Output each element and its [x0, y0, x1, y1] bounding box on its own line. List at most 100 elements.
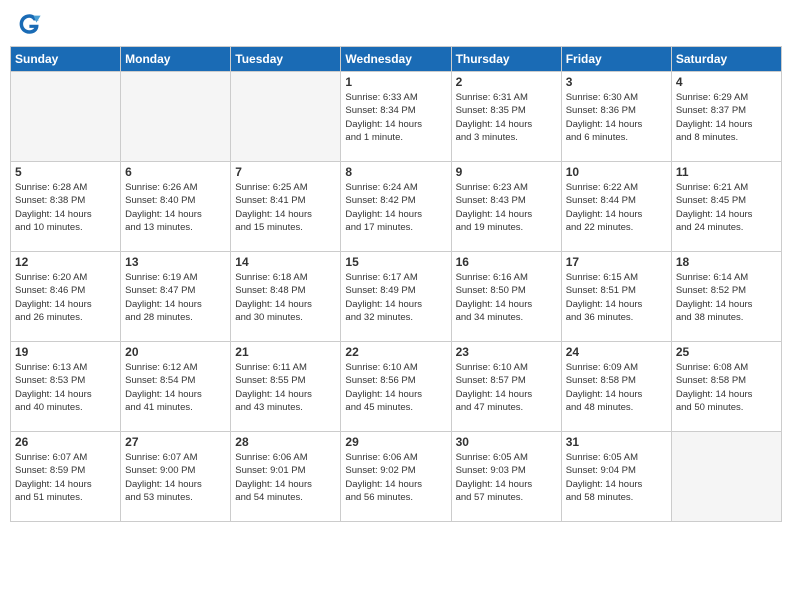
- day-number: 26: [15, 435, 116, 449]
- day-info: Sunrise: 6:17 AM Sunset: 8:49 PM Dayligh…: [345, 271, 446, 324]
- day-info: Sunrise: 6:19 AM Sunset: 8:47 PM Dayligh…: [125, 271, 226, 324]
- day-number: 10: [566, 165, 667, 179]
- calendar-cell: 22Sunrise: 6:10 AM Sunset: 8:56 PM Dayli…: [341, 342, 451, 432]
- calendar-cell: 12Sunrise: 6:20 AM Sunset: 8:46 PM Dayli…: [11, 252, 121, 342]
- day-number: 27: [125, 435, 226, 449]
- day-header-tuesday: Tuesday: [231, 47, 341, 72]
- day-info: Sunrise: 6:20 AM Sunset: 8:46 PM Dayligh…: [15, 271, 116, 324]
- day-number: 30: [456, 435, 557, 449]
- calendar-cell: 18 Sunrise: 6:14 AM Sunset: 8:52 PM Dayli…: [671, 252, 781, 342]
- calendar-cell: 2 Sunrise: 6:31 AM Sunset: 8:35 PM Daylig…: [451, 72, 561, 162]
- day-number: 23: [456, 345, 557, 359]
- day-info: Sunrise: 6:10 AM Sunset: 8:57 PM Dayligh…: [456, 361, 557, 414]
- day-number: 3: [566, 75, 667, 89]
- calendar-cell: 13 Sunrise: 6:19 AM Sunset: 8:47 PM Dayli…: [121, 252, 231, 342]
- calendar-cell: 10Sunrise: 6:22 AM Sunset: 8:44 PM Dayli…: [561, 162, 671, 252]
- calendar-cell: [11, 72, 121, 162]
- day-info: Sunrise: 6:07 AM Sunset: 8:59 PM Dayligh…: [15, 451, 116, 504]
- day-number: 11: [676, 165, 777, 179]
- day-header-thursday: Thursday: [451, 47, 561, 72]
- day-info: Sunrise: 6:33 AM Sunset: 8:34 PM Dayligh…: [345, 91, 446, 144]
- day-number: 21: [235, 345, 336, 359]
- calendar-cell: 9 Sunrise: 6:23 AM Sunset: 8:43 PM Daylig…: [451, 162, 561, 252]
- day-number: 16: [456, 255, 557, 269]
- calendar-cell: 20 Sunrise: 6:12 AM Sunset: 8:54 PM Dayli…: [121, 342, 231, 432]
- day-number: 17: [566, 255, 667, 269]
- day-number: 5: [15, 165, 116, 179]
- day-number: 4: [676, 75, 777, 89]
- week-row-2: 5 Sunrise: 6:28 AM Sunset: 8:38 PM Daylig…: [11, 162, 782, 252]
- calendar-cell: 8 Sunrise: 6:24 AM Sunset: 8:42 PM Daylig…: [341, 162, 451, 252]
- day-info: Sunrise: 6:07 AM Sunset: 9:00 PM Dayligh…: [125, 451, 226, 504]
- calendar-cell: 29Sunrise: 6:06 AM Sunset: 9:02 PM Dayli…: [341, 432, 451, 522]
- day-number: 2: [456, 75, 557, 89]
- day-info: Sunrise: 6:15 AM Sunset: 8:51 PM Dayligh…: [566, 271, 667, 324]
- calendar-cell: [121, 72, 231, 162]
- calendar-cell: 7 Sunrise: 6:25 AM Sunset: 8:41 PM Daylig…: [231, 162, 341, 252]
- day-header-saturday: Saturday: [671, 47, 781, 72]
- day-header-wednesday: Wednesday: [341, 47, 451, 72]
- day-header-friday: Friday: [561, 47, 671, 72]
- day-number: 9: [456, 165, 557, 179]
- page-header: [10, 10, 782, 38]
- calendar-cell: 16Sunrise: 6:16 AM Sunset: 8:50 PM Dayli…: [451, 252, 561, 342]
- day-info: Sunrise: 6:08 AM Sunset: 8:58 PM Dayligh…: [676, 361, 777, 414]
- calendar-cell: 6Sunrise: 6:26 AM Sunset: 8:40 PM Daylig…: [121, 162, 231, 252]
- calendar-cell: 24 Sunrise: 6:09 AM Sunset: 8:58 PM Dayli…: [561, 342, 671, 432]
- day-info: Sunrise: 6:09 AM Sunset: 8:58 PM Dayligh…: [566, 361, 667, 414]
- calendar-cell: 11Sunrise: 6:21 AM Sunset: 8:45 PM Dayli…: [671, 162, 781, 252]
- day-info: Sunrise: 6:26 AM Sunset: 8:40 PM Dayligh…: [125, 181, 226, 234]
- calendar-cell: 15Sunrise: 6:17 AM Sunset: 8:49 PM Dayli…: [341, 252, 451, 342]
- calendar-cell: [671, 432, 781, 522]
- day-info: Sunrise: 6:31 AM Sunset: 8:35 PM Dayligh…: [456, 91, 557, 144]
- day-info: Sunrise: 6:25 AM Sunset: 8:41 PM Dayligh…: [235, 181, 336, 234]
- day-info: Sunrise: 6:18 AM Sunset: 8:48 PM Dayligh…: [235, 271, 336, 324]
- day-number: 22: [345, 345, 446, 359]
- day-info: Sunrise: 6:12 AM Sunset: 8:54 PM Dayligh…: [125, 361, 226, 414]
- calendar-cell: 27 Sunrise: 6:07 AM Sunset: 9:00 PM Dayli…: [121, 432, 231, 522]
- week-row-5: 26 Sunrise: 6:07 AM Sunset: 8:59 PM Dayli…: [11, 432, 782, 522]
- day-info: Sunrise: 6:13 AM Sunset: 8:53 PM Dayligh…: [15, 361, 116, 414]
- calendar-cell: 5 Sunrise: 6:28 AM Sunset: 8:38 PM Daylig…: [11, 162, 121, 252]
- calendar-table: SundayMondayTuesdayWednesdayThursdayFrid…: [10, 46, 782, 522]
- day-number: 14: [235, 255, 336, 269]
- day-info: Sunrise: 6:05 AM Sunset: 9:04 PM Dayligh…: [566, 451, 667, 504]
- calendar-cell: 4 Sunrise: 6:29 AM Sunset: 8:37 PM Daylig…: [671, 72, 781, 162]
- day-header-monday: Monday: [121, 47, 231, 72]
- calendar-cell: 23 Sunrise: 6:10 AM Sunset: 8:57 PM Dayli…: [451, 342, 561, 432]
- day-number: 24: [566, 345, 667, 359]
- day-number: 1: [345, 75, 446, 89]
- day-info: Sunrise: 6:29 AM Sunset: 8:37 PM Dayligh…: [676, 91, 777, 144]
- week-row-3: 12Sunrise: 6:20 AM Sunset: 8:46 PM Dayli…: [11, 252, 782, 342]
- logo-icon: [14, 10, 42, 38]
- day-number: 13: [125, 255, 226, 269]
- calendar-cell: 25 Sunrise: 6:08 AM Sunset: 8:58 PM Dayli…: [671, 342, 781, 432]
- calendar-cell: 30 Sunrise: 6:05 AM Sunset: 9:03 PM Dayli…: [451, 432, 561, 522]
- day-header-sunday: Sunday: [11, 47, 121, 72]
- calendar-cell: [231, 72, 341, 162]
- calendar-cell: 1 Sunrise: 6:33 AM Sunset: 8:34 PM Daylig…: [341, 72, 451, 162]
- day-number: 8: [345, 165, 446, 179]
- day-info: Sunrise: 6:14 AM Sunset: 8:52 PM Dayligh…: [676, 271, 777, 324]
- calendar-cell: 14 Sunrise: 6:18 AM Sunset: 8:48 PM Dayli…: [231, 252, 341, 342]
- day-info: Sunrise: 6:28 AM Sunset: 8:38 PM Dayligh…: [15, 181, 116, 234]
- day-info: Sunrise: 6:11 AM Sunset: 8:55 PM Dayligh…: [235, 361, 336, 414]
- calendar-cell: 31 Sunrise: 6:05 AM Sunset: 9:04 PM Dayli…: [561, 432, 671, 522]
- day-number: 20: [125, 345, 226, 359]
- day-info: Sunrise: 6:05 AM Sunset: 9:03 PM Dayligh…: [456, 451, 557, 504]
- day-info: Sunrise: 6:24 AM Sunset: 8:42 PM Dayligh…: [345, 181, 446, 234]
- calendar-cell: 26 Sunrise: 6:07 AM Sunset: 8:59 PM Dayli…: [11, 432, 121, 522]
- calendar-cell: 28Sunrise: 6:06 AM Sunset: 9:01 PM Dayli…: [231, 432, 341, 522]
- day-info: Sunrise: 6:23 AM Sunset: 8:43 PM Dayligh…: [456, 181, 557, 234]
- day-number: 31: [566, 435, 667, 449]
- calendar-cell: 19Sunrise: 6:13 AM Sunset: 8:53 PM Dayli…: [11, 342, 121, 432]
- day-info: Sunrise: 6:06 AM Sunset: 9:01 PM Dayligh…: [235, 451, 336, 504]
- day-number: 29: [345, 435, 446, 449]
- day-number: 7: [235, 165, 336, 179]
- day-info: Sunrise: 6:30 AM Sunset: 8:36 PM Dayligh…: [566, 91, 667, 144]
- calendar-cell: 3 Sunrise: 6:30 AM Sunset: 8:36 PM Daylig…: [561, 72, 671, 162]
- logo: [14, 10, 46, 38]
- day-number: 25: [676, 345, 777, 359]
- day-number: 18: [676, 255, 777, 269]
- week-row-4: 19Sunrise: 6:13 AM Sunset: 8:53 PM Dayli…: [11, 342, 782, 432]
